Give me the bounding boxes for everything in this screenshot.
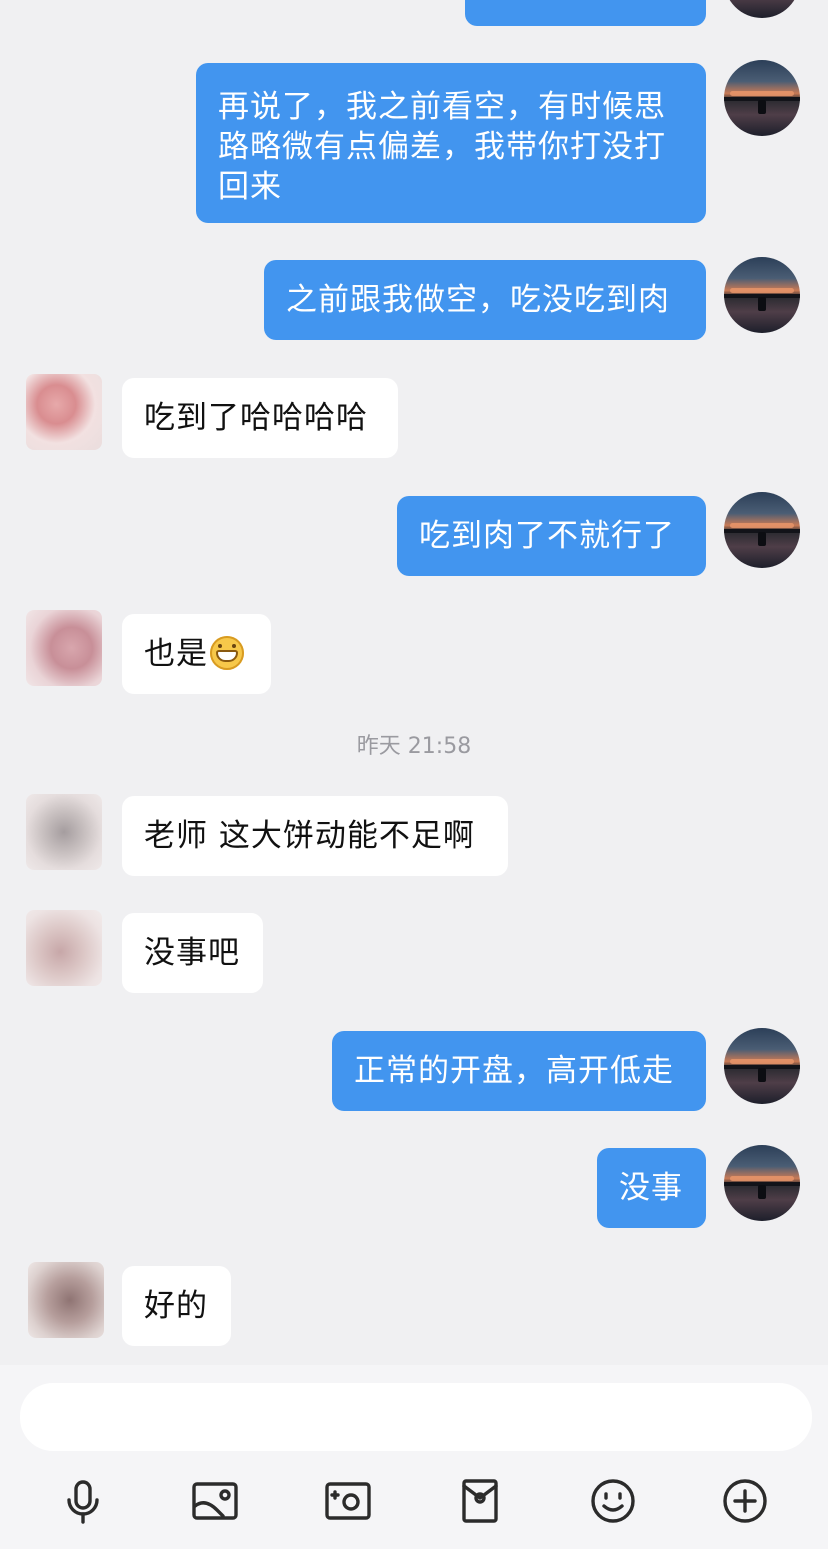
image-icon[interactable] (187, 1473, 243, 1529)
message-text: 正常的开盘，高开低走 (354, 1053, 674, 1089)
message-text: 再说了，我之前看空，有时候思路略微有点偏差，我带你打没打回来 (218, 89, 666, 205)
my-avatar[interactable] (724, 0, 800, 18)
message-text: 之前跟我做空，吃没吃到肉 (286, 282, 670, 318)
message-bubble-outgoing[interactable]: 吃到肉了不就行了 (397, 496, 706, 576)
message-bubble-outgoing[interactable]: 没事 (597, 1148, 706, 1228)
message-bubble-outgoing[interactable] (465, 0, 706, 26)
my-avatar[interactable] (724, 492, 800, 568)
timestamp: 昨天 21:58 (356, 734, 472, 759)
message-bubble-outgoing[interactable]: 再说了，我之前看空，有时候思路略微有点偏差，我带你打没打回来 (196, 63, 706, 223)
message-text: 好的 (144, 1288, 208, 1324)
plus-icon[interactable] (717, 1473, 773, 1529)
message-text: 老师 这大饼动能不足啊 (144, 818, 475, 854)
message-bubble-incoming[interactable]: 好的 (122, 1266, 231, 1346)
microphone-icon[interactable] (55, 1473, 111, 1529)
my-avatar[interactable] (724, 60, 800, 136)
message-bubble-outgoing[interactable]: 正常的开盘，高开低走 (332, 1031, 706, 1111)
message-bubble-outgoing[interactable]: 之前跟我做空，吃没吃到肉 (264, 260, 706, 340)
message-bubble-incoming[interactable]: 也是 (122, 614, 271, 694)
message-bubble-incoming[interactable]: 老师 这大饼动能不足啊 (122, 796, 508, 876)
input-panel (0, 1365, 828, 1549)
contact-avatar[interactable] (26, 610, 102, 686)
emoji-icon[interactable] (585, 1473, 641, 1529)
message-text: 也是 (144, 636, 208, 672)
contact-avatar[interactable] (26, 794, 102, 870)
input-toolbar (0, 1465, 828, 1535)
camera-icon[interactable] (320, 1473, 376, 1529)
message-text: 吃到了哈哈哈哈 (144, 400, 368, 436)
message-bubble-incoming[interactable]: 没事吧 (122, 913, 263, 993)
message-text: 没事吧 (144, 935, 240, 971)
my-avatar[interactable] (724, 1145, 800, 1221)
chat-area[interactable]: 再说了，我之前看空，有时候思路略微有点偏差，我带你打没打回来 之前跟我做空，吃没… (0, 0, 828, 1365)
grin-emoji-icon (210, 636, 244, 670)
contact-avatar[interactable] (26, 374, 102, 450)
red-packet-icon[interactable] (452, 1473, 508, 1529)
message-bubble-incoming[interactable]: 吃到了哈哈哈哈 (122, 378, 398, 458)
message-text: 没事 (619, 1170, 683, 1206)
my-avatar[interactable] (724, 1028, 800, 1104)
message-input[interactable] (20, 1383, 812, 1451)
my-avatar[interactable] (724, 257, 800, 333)
contact-avatar[interactable] (28, 1262, 104, 1338)
message-text: 吃到肉了不就行了 (419, 518, 675, 554)
contact-avatar[interactable] (26, 910, 102, 986)
